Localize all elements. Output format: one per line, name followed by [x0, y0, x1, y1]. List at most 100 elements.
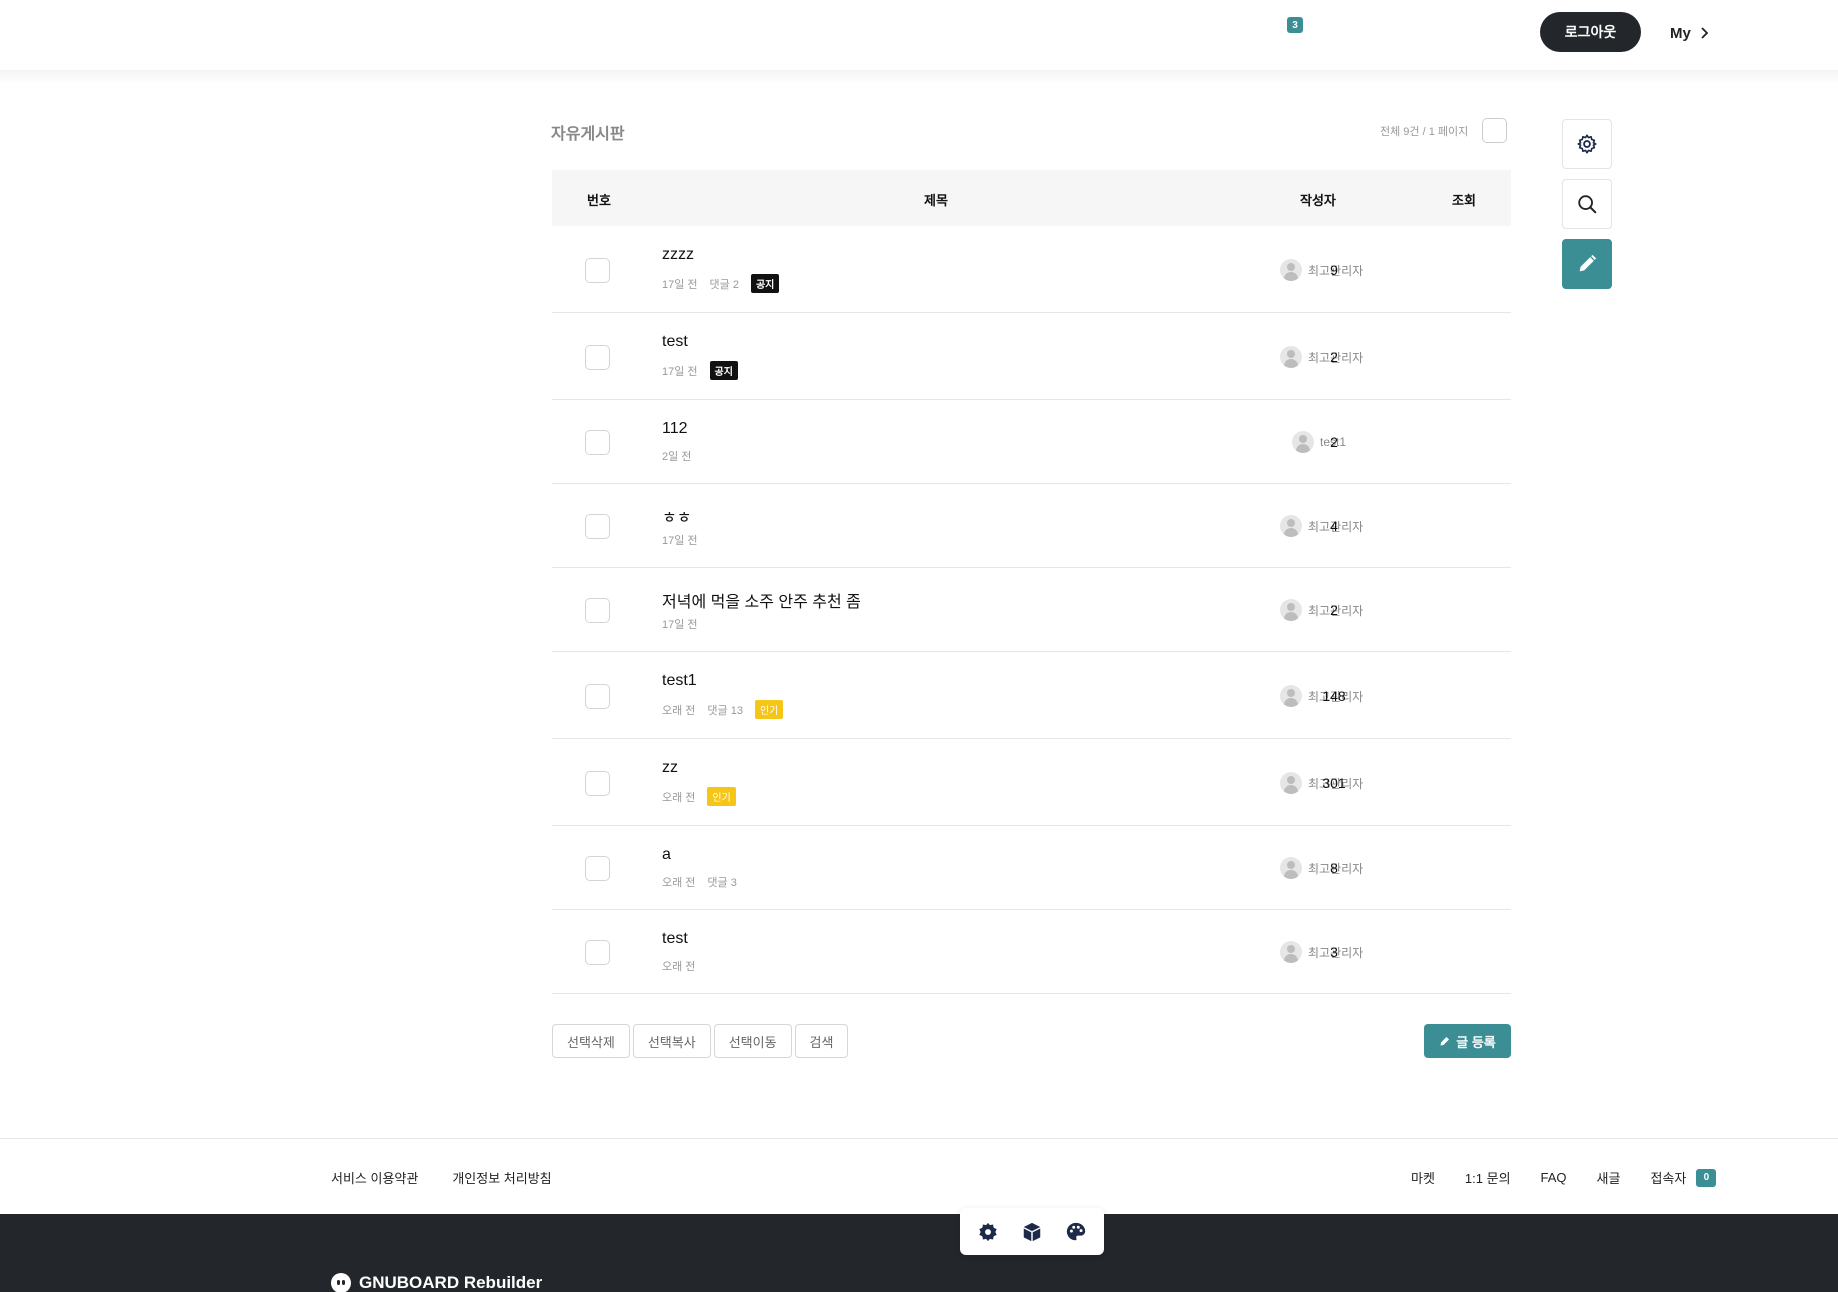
post-badge: 공지: [709, 361, 738, 380]
post-meta: 17일 전 댓글 2 공지: [662, 274, 780, 293]
board-title: 자유게시판: [551, 126, 625, 143]
search-button[interactable]: [1562, 179, 1612, 229]
brand[interactable]: GNUBOARD Rebuilder: [331, 1273, 542, 1292]
column-subject: 제목: [924, 193, 948, 208]
logout-button[interactable]: 로그아웃: [1540, 12, 1641, 52]
post-title[interactable]: a: [662, 846, 671, 864]
privacy-link[interactable]: 개인정보 처리방침: [452, 1168, 551, 1187]
post-date: 17일 전: [662, 535, 698, 547]
post-meta: 오래 전 인기: [662, 787, 736, 806]
post-views: 301: [1322, 775, 1346, 791]
post-title[interactable]: test1: [662, 672, 697, 690]
copy-selected-button[interactable]: 선택복사: [632, 1024, 711, 1058]
table-row[interactable]: zzzz 17일 전 댓글 2 공지 최고관리자 9: [552, 226, 1511, 313]
post-date: 오래 전: [662, 877, 696, 889]
top-header: 3 로그아웃 My: [0, 0, 1838, 70]
faq-link[interactable]: FAQ: [1541, 1170, 1567, 1185]
table-row[interactable]: a 오래 전 댓글 3 최고관리자 8: [552, 826, 1511, 910]
column-views: 조회: [1452, 193, 1476, 208]
post-views: 3: [1330, 944, 1338, 960]
avatar-icon: [1280, 259, 1302, 281]
board-count: 전체 9건 / 1 페이지: [1380, 126, 1469, 138]
visitor-count-badge: 0: [1696, 1168, 1717, 1187]
table-row[interactable]: test 17일 전 공지 최고관리자 2: [552, 313, 1511, 400]
table-row[interactable]: 저녁에 먹을 소주 안주 추천 좀 17일 전 최고관리자 2: [552, 568, 1511, 652]
pencil-icon: [1579, 254, 1597, 272]
post-title[interactable]: 112: [662, 420, 688, 438]
table-row[interactable]: test1 오래 전 댓글 13 인기 최고관리자 148: [552, 652, 1511, 739]
market-link[interactable]: 마켓: [1411, 1168, 1435, 1187]
post-comments: 댓글 2: [709, 278, 739, 291]
row-checkbox[interactable]: [585, 684, 610, 709]
bulk-actions: 선택삭제 선택복사 선택이동 검색: [552, 1024, 849, 1058]
post-views: 2: [1330, 434, 1338, 450]
dark-footer: [0, 1214, 1838, 1292]
post-date: 2일 전: [662, 451, 692, 463]
pencil-icon: [1440, 1037, 1450, 1046]
row-checkbox[interactable]: [585, 598, 610, 623]
my-label: My: [1670, 24, 1691, 42]
move-selected-button[interactable]: 선택이동: [713, 1024, 792, 1058]
settings-button[interactable]: [1562, 119, 1612, 169]
post-meta: 오래 전 댓글 13 인기: [662, 700, 784, 719]
my-menu-link[interactable]: My: [1670, 22, 1709, 44]
post-date: 오래 전: [662, 791, 696, 804]
column-author: 작성자: [1300, 193, 1336, 208]
post-badge: 공지: [750, 274, 780, 293]
table-row[interactable]: test 오래 전 최고관리자 3: [552, 910, 1511, 994]
write-post-button[interactable]: 글 등록: [1424, 1024, 1511, 1058]
post-views: 8: [1330, 860, 1338, 876]
post-title[interactable]: zz: [662, 759, 678, 777]
post-badge: 인기: [707, 787, 736, 806]
post-title[interactable]: 저녁에 먹을 소주 안주 추천 좀: [662, 588, 861, 612]
avatar-icon: [1280, 515, 1302, 537]
table-row[interactable]: ㅎㅎ 17일 전 최고관리자 4: [552, 484, 1511, 568]
post-meta: 17일 전: [662, 616, 698, 632]
settings-gear-icon[interactable]: [977, 1221, 999, 1243]
row-checkbox[interactable]: [585, 258, 610, 283]
delete-selected-button[interactable]: 선택삭제: [552, 1024, 630, 1058]
search-toggle-button[interactable]: 검색: [794, 1024, 849, 1058]
row-checkbox[interactable]: [585, 940, 610, 965]
row-checkbox[interactable]: [585, 514, 610, 539]
post-meta: 오래 전: [662, 958, 695, 974]
terms-link[interactable]: 서비스 이용약관: [331, 1168, 418, 1187]
avatar-icon: [1280, 346, 1302, 368]
brand-logo-icon: [331, 1273, 351, 1292]
post-views: 4: [1330, 518, 1338, 534]
inquiry-link[interactable]: 1:1 문의: [1465, 1168, 1511, 1187]
table-header: 번호 제목 작성자 조회: [552, 170, 1511, 226]
post-title[interactable]: test: [662, 930, 688, 948]
table-row[interactable]: zz 오래 전 인기 최고관리자 301: [552, 739, 1511, 826]
post-date: 17일 전: [662, 278, 698, 291]
post-date: 17일 전: [662, 365, 698, 378]
post-views: 9: [1330, 262, 1338, 278]
palette-icon[interactable]: [1065, 1221, 1087, 1243]
write-side-button[interactable]: [1562, 239, 1612, 289]
post-title[interactable]: zzzz: [662, 246, 694, 264]
post-views: 2: [1330, 349, 1338, 365]
visitors-link[interactable]: 접속자 0: [1650, 1168, 1717, 1187]
post-title[interactable]: test: [662, 333, 688, 351]
post-comments: 댓글 13: [707, 704, 743, 717]
notification-badge[interactable]: 3: [1287, 17, 1303, 33]
avatar-icon: [1280, 857, 1302, 879]
avatar-icon: [1280, 772, 1302, 794]
post-title[interactable]: ㅎㅎ: [662, 504, 691, 528]
cube-icon[interactable]: [1021, 1221, 1043, 1243]
visitors-label: 접속자: [1650, 1171, 1687, 1186]
table-row[interactable]: 112 2일 전 test1 2: [552, 400, 1511, 484]
post-comments: 댓글 3: [707, 877, 737, 889]
row-checkbox[interactable]: [585, 345, 610, 370]
search-icon: [1578, 195, 1597, 214]
row-checkbox[interactable]: [585, 430, 610, 455]
write-post-label: 글 등록: [1456, 1034, 1496, 1050]
select-all-checkbox[interactable]: [1482, 118, 1507, 143]
column-number: 번호: [587, 193, 611, 208]
post-badge: 인기: [754, 700, 784, 719]
new-posts-link[interactable]: 새글: [1597, 1168, 1621, 1187]
avatar-icon: [1280, 941, 1302, 963]
row-checkbox[interactable]: [585, 856, 610, 881]
post-meta: 17일 전 공지: [662, 361, 738, 380]
row-checkbox[interactable]: [585, 771, 610, 796]
